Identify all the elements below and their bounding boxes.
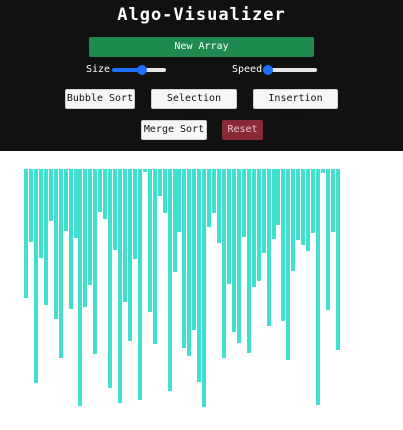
array-bar bbox=[168, 169, 172, 391]
array-bar bbox=[113, 169, 117, 250]
array-bar bbox=[222, 169, 226, 358]
array-bar bbox=[103, 169, 107, 219]
array-bar bbox=[44, 169, 48, 305]
array-bar bbox=[207, 169, 211, 227]
array-bar bbox=[74, 169, 78, 238]
bubble-sort-button[interactable]: Bubble Sort bbox=[65, 89, 135, 109]
speed-slider-thumb[interactable] bbox=[263, 65, 273, 75]
array-bar bbox=[257, 169, 261, 281]
array-bar bbox=[242, 169, 246, 237]
array-bar bbox=[321, 169, 325, 173]
array-bar bbox=[232, 169, 236, 332]
array-bar bbox=[49, 169, 53, 221]
array-bar bbox=[296, 169, 300, 240]
array-bar bbox=[54, 169, 58, 319]
array-bar bbox=[158, 169, 162, 196]
array-bar bbox=[29, 169, 33, 242]
array-bar bbox=[64, 169, 68, 231]
app-title: Algo-Visualizer bbox=[117, 5, 286, 25]
array-bar bbox=[197, 169, 201, 382]
array-bar bbox=[272, 169, 276, 239]
array-bar bbox=[98, 169, 102, 212]
array-bar bbox=[336, 169, 340, 350]
size-label: Size bbox=[86, 64, 111, 75]
array-bar bbox=[326, 169, 330, 310]
array-bar bbox=[262, 169, 266, 253]
array-bar bbox=[192, 169, 196, 330]
array-bar bbox=[128, 169, 132, 341]
array-bar bbox=[59, 169, 63, 358]
array-bar bbox=[331, 169, 335, 232]
size-slider[interactable] bbox=[112, 65, 166, 75]
array-bar bbox=[286, 169, 290, 360]
array-bar bbox=[182, 169, 186, 348]
array-bar bbox=[187, 169, 191, 356]
array-bar bbox=[143, 169, 147, 172]
array-bar bbox=[237, 169, 241, 343]
speed-slider-track bbox=[268, 68, 317, 72]
array-bar bbox=[227, 169, 231, 284]
insertion-sort-button[interactable]: Insertion Sort bbox=[253, 89, 338, 122]
array-bar bbox=[148, 169, 152, 312]
array-bar bbox=[281, 169, 285, 321]
array-bar bbox=[202, 169, 206, 407]
merge-sort-button[interactable]: Merge Sort bbox=[141, 120, 207, 140]
array-bar bbox=[247, 169, 251, 353]
array-bar bbox=[177, 169, 181, 232]
size-slider-thumb[interactable] bbox=[137, 65, 147, 75]
array-bar bbox=[78, 169, 82, 406]
array-bar bbox=[311, 169, 315, 233]
array-bar bbox=[301, 169, 305, 245]
array-bar bbox=[252, 169, 256, 287]
speed-slider[interactable] bbox=[263, 65, 317, 75]
array-bar bbox=[133, 169, 137, 259]
array-bar bbox=[217, 169, 221, 243]
array-bar bbox=[39, 169, 43, 258]
array-bar bbox=[83, 169, 87, 307]
array-bar bbox=[88, 169, 92, 285]
array-bar bbox=[316, 169, 320, 405]
array-bar bbox=[123, 169, 127, 302]
array-bar bbox=[276, 169, 280, 225]
control-header: Algo-Visualizer New Array Size Speed Bub… bbox=[0, 0, 403, 151]
array-bar bbox=[108, 169, 112, 388]
reset-button[interactable]: Reset bbox=[222, 120, 263, 140]
array-bar bbox=[163, 169, 167, 213]
array-bar bbox=[153, 169, 157, 344]
array-bar bbox=[291, 169, 295, 271]
selection-sort-button[interactable]: Selection Sort bbox=[151, 89, 237, 122]
array-bar bbox=[93, 169, 97, 354]
array-bar bbox=[267, 169, 271, 326]
new-array-button[interactable]: New Array bbox=[89, 37, 314, 57]
array-bar bbox=[24, 169, 28, 298]
array-bar bbox=[173, 169, 177, 272]
array-bar bbox=[34, 169, 38, 383]
array-bar bbox=[306, 169, 310, 251]
array-bar bbox=[212, 169, 216, 213]
array-bar bbox=[118, 169, 122, 403]
array-bar bbox=[138, 169, 142, 400]
speed-label: Speed bbox=[232, 64, 263, 75]
array-bar bbox=[69, 169, 73, 309]
